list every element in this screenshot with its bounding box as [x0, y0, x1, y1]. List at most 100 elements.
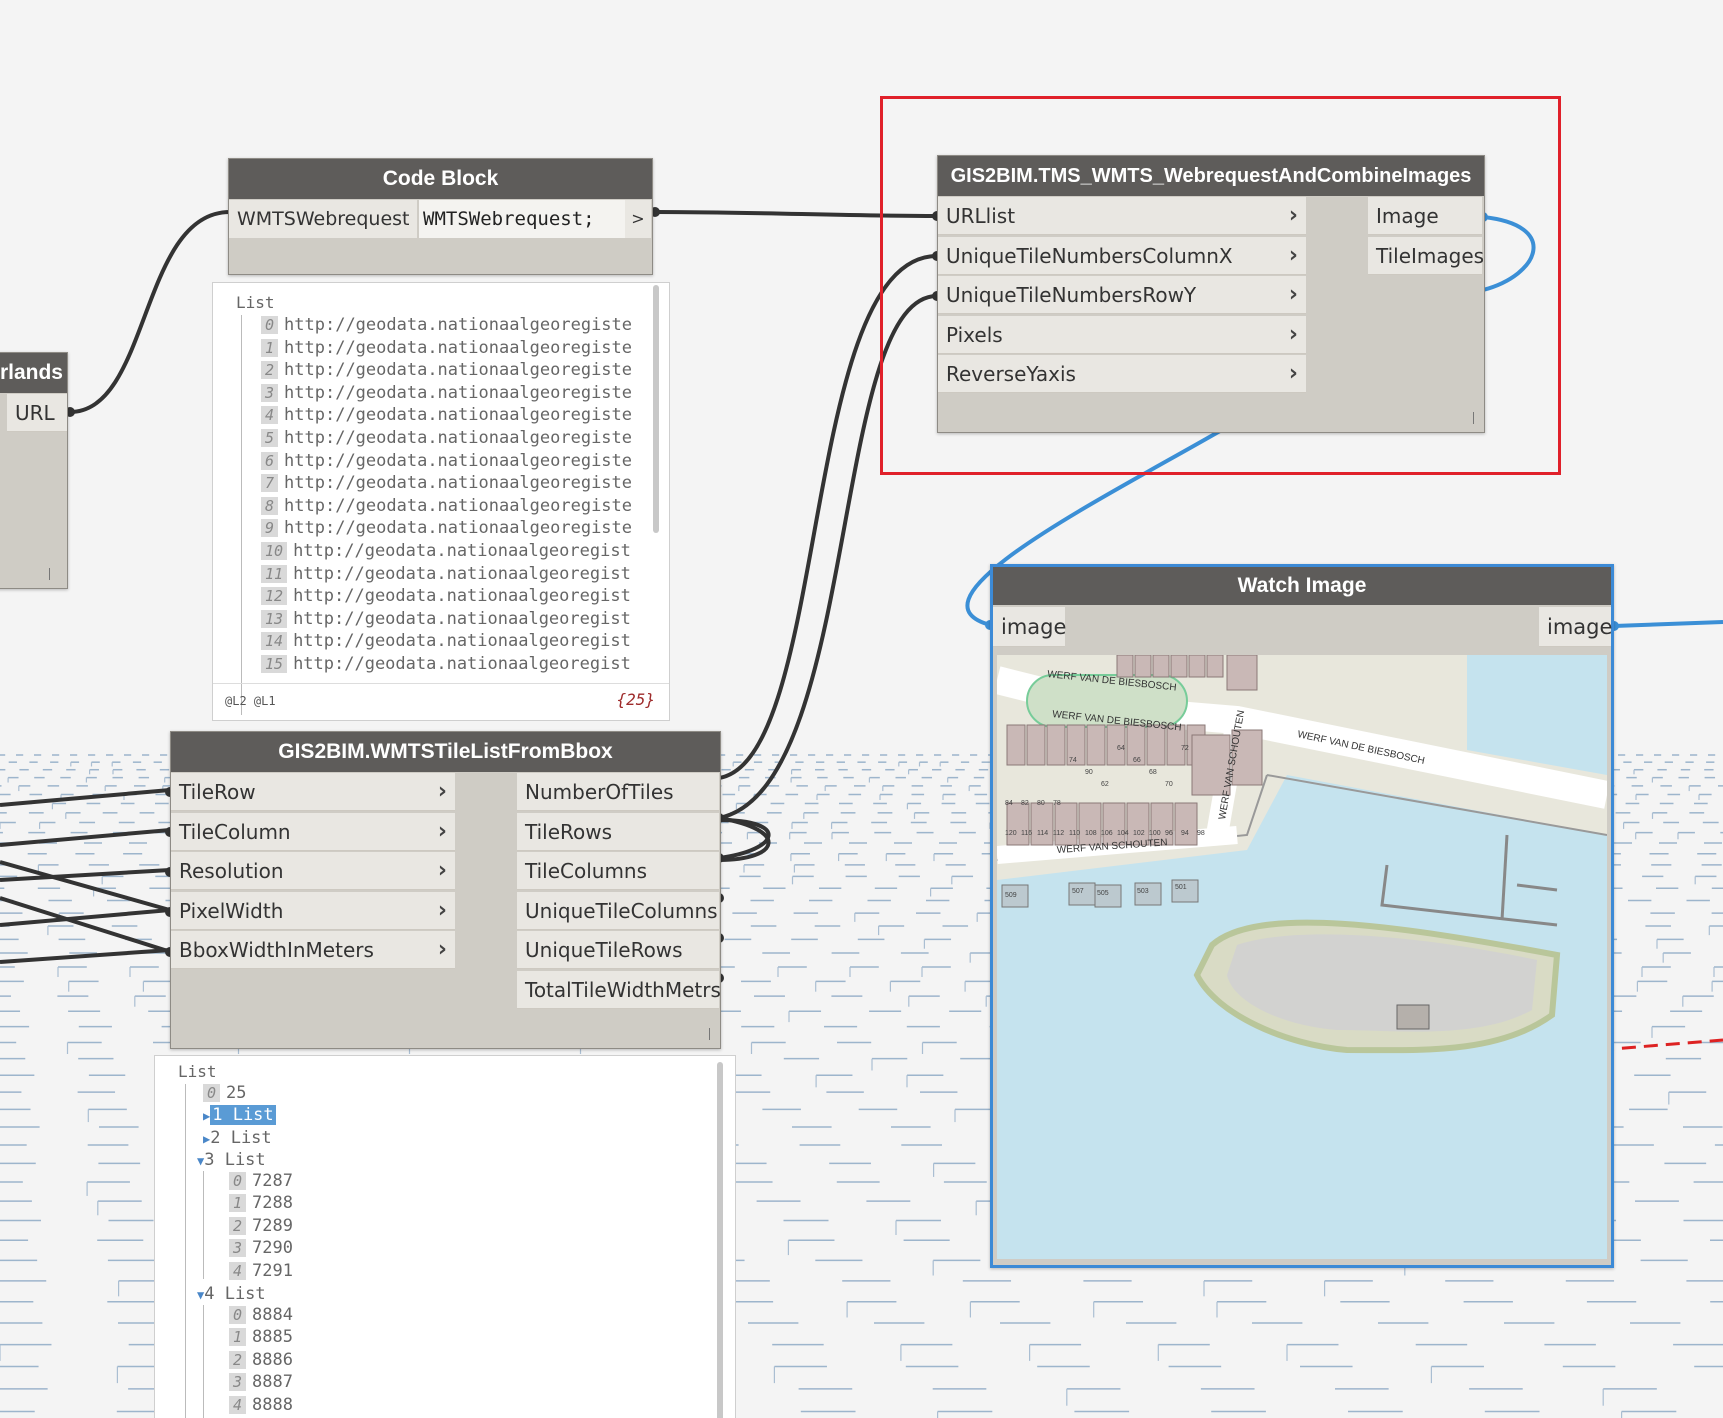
node-title: Watch Image	[993, 567, 1611, 605]
plot-number: 507	[1072, 888, 1084, 895]
port-label: UniqueTileNumbersColumnX	[946, 243, 1233, 268]
plot-number: 505	[1097, 890, 1109, 897]
input-port-tilerow[interactable]: TileRow ›	[171, 773, 455, 811]
output-port-tileimages[interactable]: TileImages	[1368, 236, 1484, 275]
list-item: 3 7290	[229, 1238, 293, 1258]
plot-number: 509	[1005, 892, 1017, 899]
node-title: GIS2BIM.WMTSTileListFromBbox	[171, 732, 720, 772]
output-port-tilecolumns[interactable]: TileColumns	[517, 852, 719, 891]
resize-handle[interactable]	[49, 568, 50, 580]
input-port-uniquetilenumberscolumnx[interactable]: UniqueTileNumbersColumnX ›	[938, 236, 1306, 275]
list-item: 4 http://geodata.nationaalgeoregiste	[261, 405, 632, 425]
port-label: Pixels	[946, 322, 1003, 347]
preview-scrollbar[interactable]	[717, 1062, 723, 1418]
preview-scrollbar[interactable]	[653, 285, 659, 533]
output-port-tilerows[interactable]: TileRows	[517, 812, 719, 851]
plot-number: 90	[1085, 769, 1093, 776]
list-item-expandable[interactable]: ▶2 List	[203, 1128, 272, 1148]
output-port-image[interactable]: Image	[1368, 197, 1482, 235]
output-port-uniquetilecolumns[interactable]: UniqueTileColumns	[517, 891, 719, 930]
plot-number: 104	[1117, 830, 1129, 837]
port-label: TileRow	[179, 780, 256, 804]
plot-number: 84	[1005, 800, 1013, 807]
list-item-expanded[interactable]: ▼3 List	[197, 1150, 266, 1170]
tree-line	[185, 1084, 186, 1418]
plot-number: 108	[1085, 830, 1097, 837]
resize-handle[interactable]	[1473, 412, 1474, 424]
list-item: 1 8885	[229, 1327, 293, 1347]
port-label: URLlist	[946, 204, 1016, 228]
tree-line	[203, 1305, 204, 1418]
list-item-expandable[interactable]: ▶ 1 List	[203, 1105, 276, 1125]
port-label: TileColumns	[525, 859, 648, 884]
port-label: UniqueTileNumbersRowY	[946, 283, 1197, 308]
plot-number: 106	[1101, 830, 1113, 837]
plot-number: 66	[1133, 757, 1141, 764]
list-item: 0 7287	[229, 1171, 293, 1191]
port-label: BboxWidthInMeters	[179, 938, 374, 963]
plot-number: 112	[1053, 830, 1064, 837]
chevron-right-icon: ›	[1288, 242, 1298, 268]
plot-number: 78	[1053, 800, 1061, 807]
dynamo-canvas[interactable]: rlands URL Code Block WMTSWebrequest WMT…	[0, 0, 1723, 1418]
port-label: ReverseYaxis	[946, 362, 1076, 387]
list-item: 8 http://geodata.nationaalgeoregiste	[261, 496, 632, 516]
input-port-urllist[interactable]: URLlist ›	[938, 197, 1306, 235]
list-item: 0 http://geodata.nationaalgeoregiste	[261, 315, 632, 335]
input-port-resolution[interactable]: Resolution ›	[171, 852, 455, 891]
plot-number: 120	[1005, 830, 1017, 837]
list-item-expanded[interactable]: ▼4 List	[197, 1284, 266, 1304]
list-item: 7 http://geodata.nationaalgeoregiste	[261, 473, 632, 493]
watch-output-port[interactable]: image	[1539, 607, 1612, 647]
port-label: TileColumn	[179, 819, 291, 844]
resize-handle[interactable]	[709, 1028, 710, 1040]
watch-input-port[interactable]: image	[993, 607, 1066, 647]
code-block-input-port[interactable]: WMTSWebrequest	[229, 200, 417, 238]
plot-number: 114	[1037, 830, 1048, 837]
plot-number: 98	[1197, 830, 1205, 837]
port-label: TileRows	[525, 819, 613, 844]
chevron-right-icon: ›	[437, 858, 447, 884]
input-port-reverseyaxis[interactable]: ReverseYaxis ›	[938, 355, 1306, 394]
chevron-right-icon: ›	[1288, 203, 1298, 228]
port-label: Image	[1376, 204, 1439, 228]
input-port-pixelwidth[interactable]: PixelWidth ›	[171, 891, 455, 930]
input-port-uniquetilenumbersrowy[interactable]: UniqueTileNumbersRowY ›	[938, 276, 1306, 315]
plot-number: 74	[1069, 757, 1077, 764]
plot-number: 82	[1021, 800, 1029, 807]
input-port-pixels[interactable]: Pixels ›	[938, 315, 1306, 354]
output-port-totaltilewidthmetrs[interactable]: TotalTileWidthMetrs	[517, 971, 721, 1009]
list-item: 10 http://geodata.nationaalgeoregist	[261, 541, 631, 561]
input-port-tilecolumn[interactable]: TileColumn ›	[171, 812, 455, 851]
list-item: 2 http://geodata.nationaalgeoregiste	[261, 360, 632, 380]
watch-image-node[interactable]: Watch Image image image WERF VAN DE BIES…	[990, 564, 1614, 1268]
port-label: >	[631, 209, 645, 228]
output-port-uniquetilerows[interactable]: UniqueTileRows	[517, 931, 719, 970]
code-block-output-port[interactable]: >	[625, 200, 651, 238]
port-label: PixelWidth	[179, 898, 284, 923]
plot-number: 116	[1021, 830, 1032, 837]
list-item: 6 http://geodata.nationaalgeoregiste	[261, 451, 632, 471]
output-port-url[interactable]: URL	[7, 394, 67, 432]
count-label: {25}	[616, 690, 655, 709]
chevron-right-icon: ›	[437, 937, 447, 963]
wmts-tilelist-node[interactable]: GIS2BIM.WMTSTileListFromBbox TileRow › Til…	[170, 731, 721, 1049]
url-list-preview[interactable]: List 0 http://geodata.nationaalgeoregiste…	[212, 282, 670, 721]
code-block-node[interactable]: Code Block WMTSWebrequest WMTSWebrequest…	[228, 158, 653, 275]
preview-header: List	[178, 1062, 217, 1081]
input-port-bboxwidthinmeters[interactable]: BboxWidthInMeters ›	[171, 931, 455, 970]
webrequest-combine-node[interactable]: GIS2BIM.TMS_WMTS_WebrequestAndCombineIma…	[937, 155, 1485, 433]
tile-list-preview[interactable]: List 0 25 ▶ 1 List ▶2 List ▼3 List 0 7287 1 7…	[154, 1055, 736, 1418]
port-label: TotalTileWidthMetrs	[525, 978, 721, 1002]
chevron-right-icon: ›	[1288, 282, 1298, 308]
output-port-numberoftiles[interactable]: NumberOfTiles	[517, 773, 719, 811]
plot-number: 64	[1117, 745, 1125, 752]
chevron-right-icon: ›	[437, 779, 447, 804]
list-item: 4 7291	[229, 1261, 293, 1281]
plot-number: 100	[1149, 830, 1161, 837]
map-image: WERF VAN DE BIESBOSCHWERF VAN DE BIESBOS…	[997, 655, 1607, 1259]
tree-line	[241, 315, 242, 715]
code-editor[interactable]: WMTSWebrequest;	[419, 200, 647, 238]
list-item: 4 8888	[229, 1395, 293, 1415]
url-source-node[interactable]: rlands URL	[0, 352, 68, 589]
